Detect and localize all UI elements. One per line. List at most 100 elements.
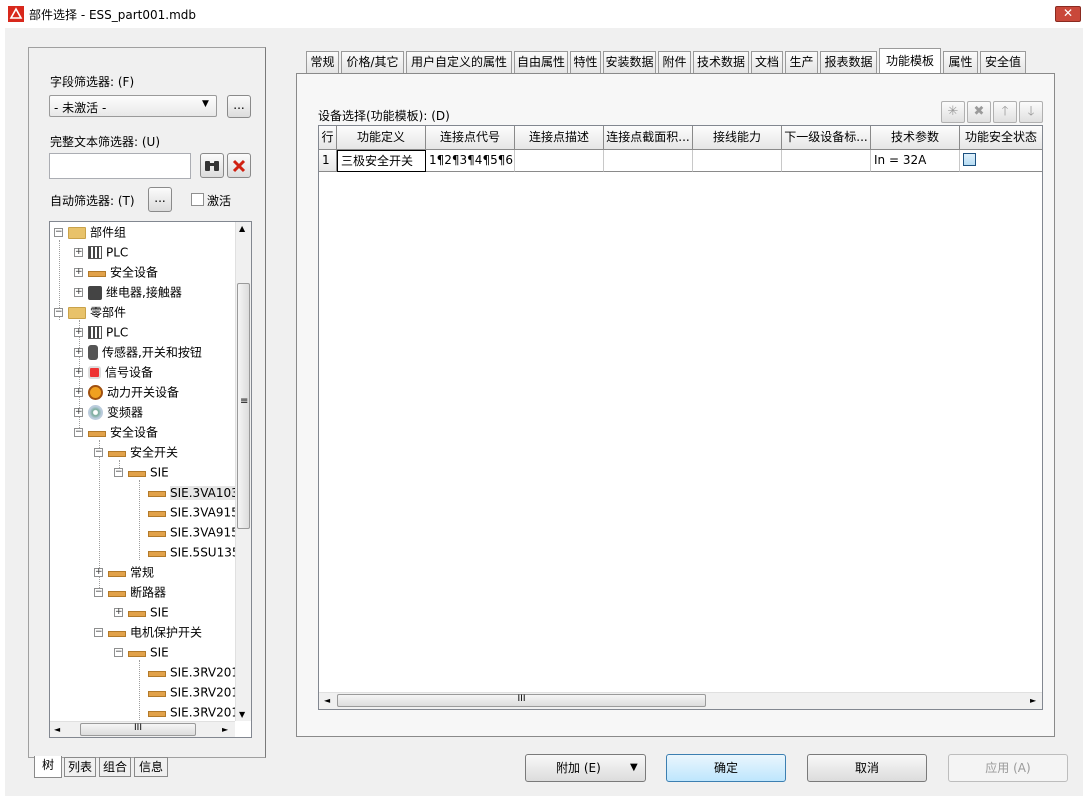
tree-node[interactable]: SIE.3VA915 bbox=[134, 523, 239, 541]
column-header[interactable]: 下一级设备标... bbox=[782, 126, 871, 150]
tree-node[interactable]: − 安全开关 bbox=[94, 443, 178, 461]
tree-node[interactable]: − 电机保护开关 bbox=[94, 623, 202, 641]
tree-node[interactable]: + 安全设备 bbox=[74, 263, 158, 281]
apply-button[interactable]: 应用 (A) bbox=[948, 754, 1068, 782]
tree-node[interactable]: − 安全设备 bbox=[74, 423, 158, 441]
scroll-right-icon[interactable]: ► bbox=[1030, 696, 1036, 705]
expand-icon[interactable]: + bbox=[74, 288, 83, 297]
parts-tree[interactable]: − 部件组 + PLC + 安全设备 + 继电器,接触器 − 零部件 + PLC + 传感器,开关和按钮 +… bbox=[49, 221, 252, 738]
tree-node[interactable]: − 部件组 bbox=[54, 223, 126, 241]
append-button[interactable]: 附加 (E) ▼ bbox=[525, 754, 646, 782]
tree-node[interactable]: SIE.3VA103 bbox=[134, 483, 239, 501]
safety-state-checkbox[interactable] bbox=[963, 153, 976, 166]
tree-node[interactable]: + SIE bbox=[114, 603, 169, 621]
expand-icon[interactable]: + bbox=[74, 328, 83, 337]
column-header[interactable]: 技术参数 bbox=[871, 126, 960, 150]
tab-0[interactable]: 常规 bbox=[306, 51, 339, 73]
expand-icon[interactable]: + bbox=[74, 388, 83, 397]
collapse-icon[interactable]: − bbox=[54, 228, 63, 237]
find-button[interactable] bbox=[200, 153, 224, 178]
table-cell[interactable] bbox=[693, 150, 782, 172]
table-cell[interactable] bbox=[604, 150, 693, 172]
table-cell[interactable]: In = 32A bbox=[871, 150, 960, 172]
scroll-left-icon[interactable]: ◄ bbox=[324, 696, 330, 705]
tree-node[interactable]: − 断路器 bbox=[94, 583, 166, 601]
expand-icon[interactable]: + bbox=[74, 348, 83, 357]
activate-checkbox[interactable] bbox=[191, 193, 204, 206]
scroll-left-icon[interactable]: ◄ bbox=[54, 725, 60, 734]
table-cell[interactable] bbox=[782, 150, 871, 172]
collapse-icon[interactable]: − bbox=[74, 428, 83, 437]
tab-list[interactable]: 列表 bbox=[64, 757, 96, 777]
tab-6[interactable]: 附件 bbox=[658, 51, 691, 73]
collapse-icon[interactable]: − bbox=[94, 628, 103, 637]
tree-node[interactable]: + PLC bbox=[74, 243, 128, 261]
tree-node[interactable]: SIE.3RV201 bbox=[134, 703, 239, 721]
tab-12[interactable]: 属性 bbox=[943, 51, 978, 73]
auto-filter-more-button[interactable]: ... bbox=[148, 187, 172, 212]
table-cell[interactable]: 1¶2¶3¶4¶5¶6 bbox=[426, 150, 515, 172]
expand-icon[interactable]: + bbox=[74, 248, 83, 257]
column-header[interactable]: 连接点截面积... bbox=[604, 126, 693, 150]
ok-button[interactable]: 确定 bbox=[666, 754, 786, 782]
tab-info[interactable]: 信息 bbox=[134, 757, 168, 777]
tree-node[interactable]: + 动力开关设备 bbox=[74, 383, 179, 401]
collapse-icon[interactable]: − bbox=[94, 588, 103, 597]
tab-8[interactable]: 文档 bbox=[751, 51, 783, 73]
tab-5[interactable]: 安装数据 bbox=[603, 51, 656, 73]
scroll-right-icon[interactable]: ► bbox=[222, 725, 228, 734]
column-header[interactable]: 行 bbox=[319, 126, 337, 150]
tree-node[interactable]: − SIE bbox=[114, 643, 169, 661]
expand-icon[interactable]: + bbox=[94, 568, 103, 577]
tree-horizontal-thumb[interactable]: III bbox=[80, 723, 196, 736]
tree-node[interactable]: − 零部件 bbox=[54, 303, 126, 321]
device-selection-grid[interactable]: 行功能定义 连接点代号 连接点描述 连接点截面积... 接线能力 下一级设备标... 技术参… bbox=[318, 125, 1043, 710]
delete-row-button[interactable]: ✖ bbox=[967, 101, 991, 123]
tab-tree[interactable]: 树 bbox=[34, 756, 62, 778]
tree-node[interactable]: + PLC bbox=[74, 323, 128, 341]
column-header[interactable]: 连接点代号 bbox=[426, 126, 515, 150]
expand-icon[interactable]: + bbox=[74, 268, 83, 277]
scroll-down-icon[interactable]: ▼ bbox=[239, 710, 245, 719]
tab-3[interactable]: 自由属性 bbox=[514, 51, 568, 73]
cancel-button[interactable]: 取消 bbox=[807, 754, 927, 782]
expand-icon[interactable]: + bbox=[74, 408, 83, 417]
collapse-icon[interactable]: − bbox=[54, 308, 63, 317]
move-down-button[interactable]: 🡓 bbox=[1019, 101, 1043, 123]
tree-node[interactable]: SIE.5SU135 bbox=[134, 543, 240, 561]
tab-4[interactable]: 特性 bbox=[570, 51, 601, 73]
table-cell[interactable]: 三极安全开关 bbox=[337, 150, 426, 172]
tree-node[interactable]: SIE.3RV201 bbox=[134, 683, 239, 701]
field-filter-select[interactable]: - 未激活 - ▼ bbox=[49, 95, 217, 117]
expand-icon[interactable]: + bbox=[74, 368, 83, 377]
tree-vertical-thumb[interactable]: ≡ bbox=[237, 283, 250, 529]
tree-node[interactable]: SIE.3RV201 bbox=[134, 663, 239, 681]
table-cell[interactable]: 1 bbox=[319, 150, 337, 172]
tree-node[interactable]: + 信号设备 bbox=[74, 363, 153, 381]
tab-group[interactable]: 组合 bbox=[99, 757, 131, 777]
tree-node[interactable]: − SIE bbox=[114, 463, 169, 481]
new-row-button[interactable]: ✳ bbox=[941, 101, 965, 123]
tab-13[interactable]: 安全值 bbox=[980, 51, 1026, 73]
collapse-icon[interactable]: − bbox=[94, 448, 103, 457]
tab-10[interactable]: 报表数据 bbox=[820, 51, 877, 73]
grid-horizontal-thumb[interactable]: III bbox=[337, 694, 706, 707]
expand-icon[interactable]: + bbox=[114, 608, 123, 617]
tab-1[interactable]: 价格/其它 bbox=[341, 51, 404, 73]
tab-7[interactable]: 技术数据 bbox=[693, 51, 749, 73]
tab-11[interactable]: 功能模板 bbox=[879, 48, 941, 74]
scroll-up-icon[interactable]: ▲ bbox=[239, 224, 245, 233]
column-header[interactable]: 功能安全状态 bbox=[960, 126, 1042, 150]
table-cell[interactable] bbox=[515, 150, 604, 172]
tree-node[interactable]: + 变频器 bbox=[74, 403, 143, 421]
tree-node[interactable]: + 常规 bbox=[94, 563, 154, 581]
column-header[interactable]: 连接点描述 bbox=[515, 126, 604, 150]
field-filter-more-button[interactable]: ... bbox=[227, 95, 251, 118]
tab-9[interactable]: 生产 bbox=[785, 51, 818, 73]
collapse-icon[interactable]: − bbox=[114, 468, 123, 477]
fulltext-filter-input[interactable] bbox=[49, 153, 191, 179]
column-header[interactable]: 接线能力 bbox=[693, 126, 782, 150]
tree-node[interactable]: SIE.3VA915 bbox=[134, 503, 239, 521]
table-cell[interactable] bbox=[960, 150, 1042, 172]
tab-2[interactable]: 用户自定义的属性 bbox=[406, 51, 512, 73]
